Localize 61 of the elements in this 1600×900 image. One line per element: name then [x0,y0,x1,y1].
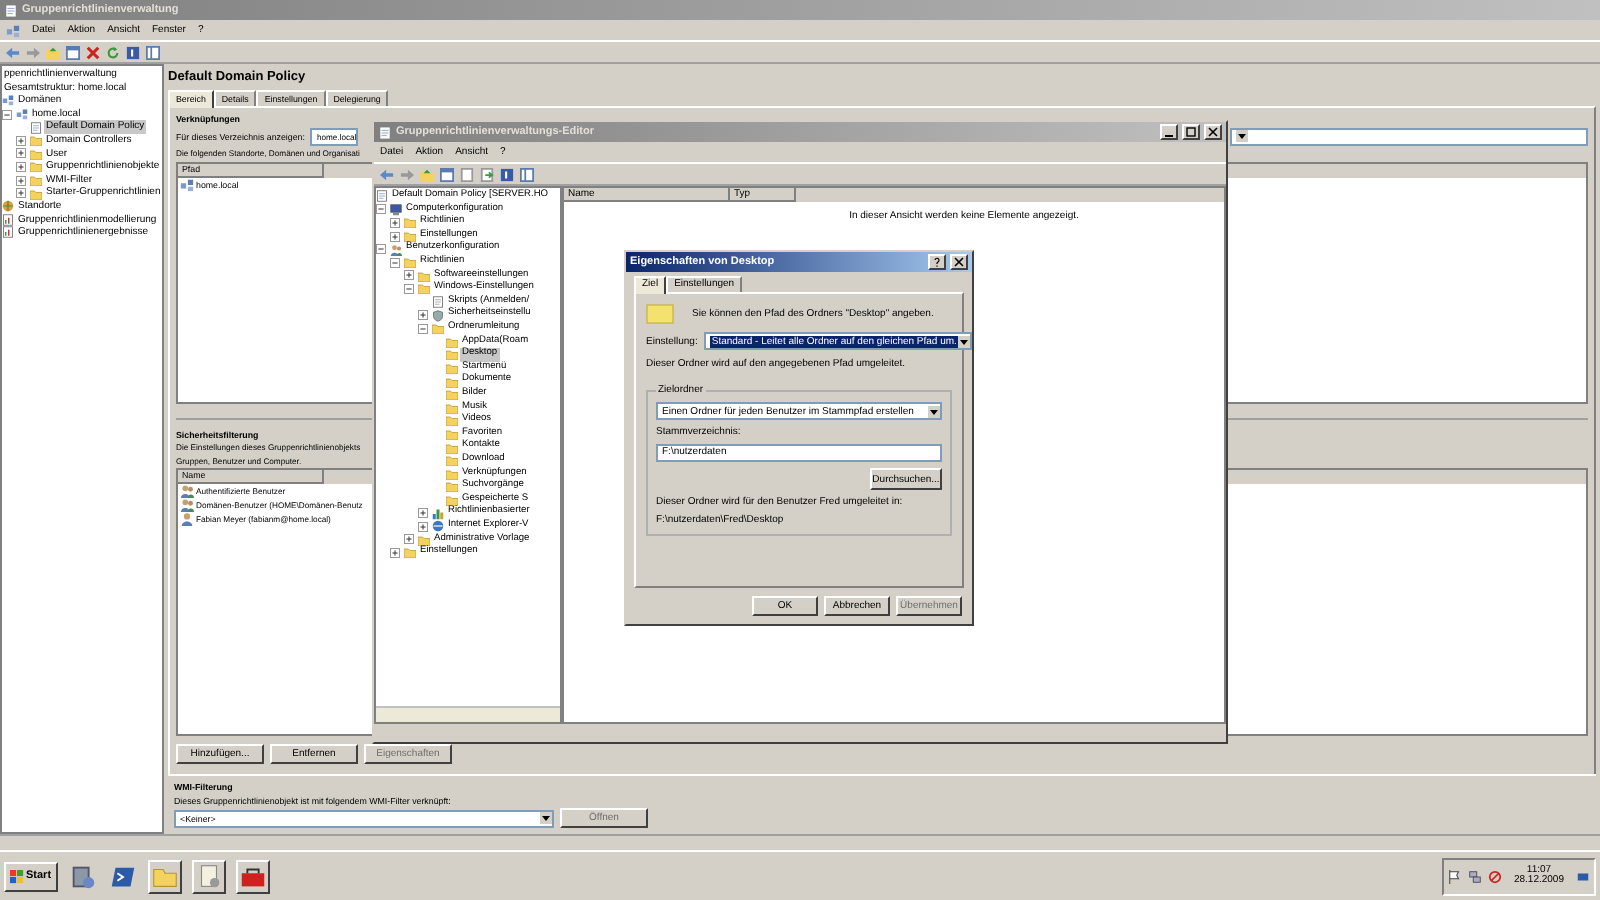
flag-icon[interactable] [1447,869,1462,883]
expander-icon[interactable] [16,148,26,159]
expander-icon[interactable] [390,231,400,242]
panel-icon[interactable] [146,45,160,59]
computer-icon [390,203,402,216]
expander-icon[interactable] [390,547,400,558]
close-icon [952,256,966,268]
folder-up-icon[interactable] [420,167,434,181]
document-icon [432,296,444,309]
app-icon [6,23,20,37]
panel-icon[interactable] [440,167,454,181]
export-icon[interactable] [480,167,494,181]
expander-icon[interactable] [418,310,428,321]
horizontal-scrollbar[interactable] [376,706,560,722]
delete-icon[interactable] [86,45,100,59]
dropdown-arrow-icon [540,812,552,824]
expander-icon[interactable] [418,508,428,519]
document-icon [30,121,42,134]
globe-icon [2,200,14,213]
expander-icon[interactable] [390,217,400,228]
expander-icon[interactable] [404,283,414,294]
expander-icon[interactable] [390,257,400,268]
folder-up-icon[interactable] [46,45,60,59]
expander-icon[interactable] [16,161,26,172]
warning-icon[interactable] [1487,869,1502,883]
maximize-icon [1184,126,1198,138]
desktop-icon[interactable] [1576,869,1590,883]
expander-icon[interactable] [418,521,428,532]
expander-icon[interactable] [376,204,386,215]
folder-icon[interactable] [147,859,182,893]
chart-icon [432,507,444,520]
expander-icon[interactable] [404,270,414,281]
window-icon [4,3,18,17]
help-icon[interactable] [500,167,514,181]
help-button[interactable] [928,254,946,270]
window-icon [378,125,392,139]
globe-icon [432,520,444,533]
expander-icon[interactable] [16,188,26,199]
expander-icon[interactable] [376,244,386,255]
network-icon [180,177,194,191]
toolbox-icon[interactable] [235,859,270,893]
users-icon [390,243,402,256]
panel-icon[interactable] [66,45,80,59]
expander-icon[interactable] [16,175,26,186]
close-button[interactable] [950,254,968,270]
network-icon[interactable] [1467,869,1482,883]
user-icon [180,512,194,527]
expander-icon[interactable] [16,135,26,146]
windows-flag-icon [10,869,24,883]
dropdown-arrow-icon [928,405,940,417]
server-icon[interactable] [67,861,98,891]
expander-icon[interactable] [418,323,428,334]
close-icon [1206,126,1220,138]
shield-icon [432,309,444,322]
panel-icon[interactable] [520,167,534,181]
folder-icon [646,304,674,324]
expander-icon[interactable] [2,109,12,120]
help-icon[interactable] [126,45,140,59]
dropdown-arrow-icon [1236,130,1249,142]
expander-icon[interactable] [404,534,414,545]
help-icon [930,256,944,268]
